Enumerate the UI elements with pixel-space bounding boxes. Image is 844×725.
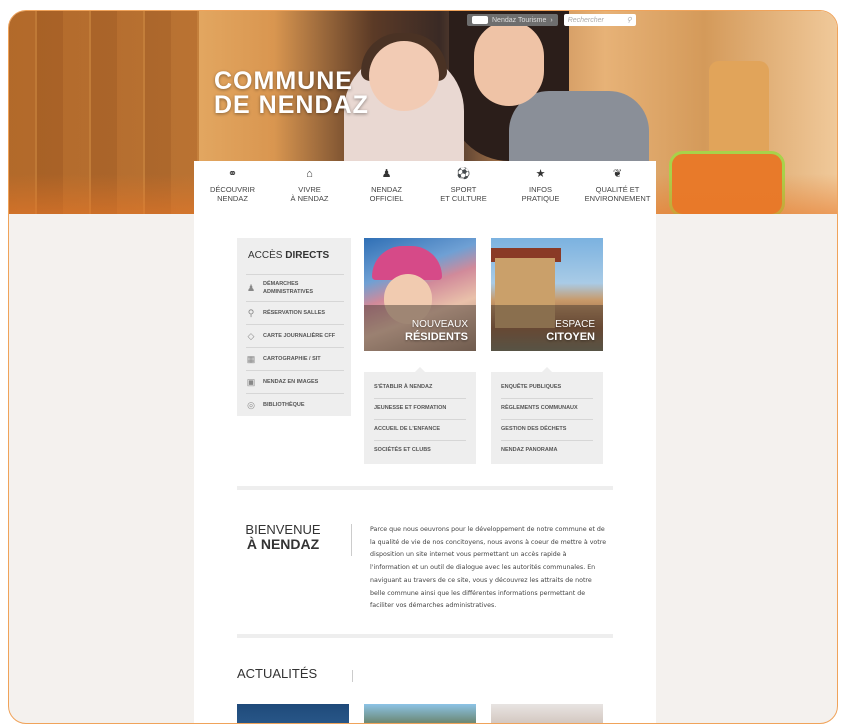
tourisme-logo-icon [472, 16, 488, 24]
news-thumbnail[interactable] [237, 704, 349, 723]
access-title: ACCÈS DIRECTS [248, 250, 329, 261]
access-item-images[interactable]: ▣ Nendaz en images [246, 370, 344, 393]
residents-link[interactable]: S'établir à Nendaz [374, 378, 466, 399]
tile-caption-line2: CITOYEN [546, 331, 595, 343]
residents-link[interactable]: Sociétés et clubs [374, 441, 466, 461]
residents-submenu: S'établir à Nendaz Jeunesse et formation… [364, 372, 476, 464]
access-title-bold: DIRECTS [285, 250, 330, 261]
access-item-label: Cartographie / SIT [263, 356, 321, 362]
ticket-icon: ◇ [247, 330, 255, 341]
hero-child-face [369, 41, 439, 111]
access-item-label: Bibliothèque [263, 402, 305, 408]
map-icon: ▦ [246, 353, 256, 364]
tourisme-label: Nendaz Tourisme [492, 16, 547, 24]
residents-link[interactable]: Jeunesse et formation [374, 399, 466, 420]
nav-label: Infos pratique [521, 185, 560, 203]
citoyen-link[interactable]: Enquête publiques [501, 378, 593, 399]
nav-item-vivre[interactable]: ⌂ Vivre à Nendaz [275, 167, 345, 203]
tile-caption: NOUVEAUX RÉSIDENTS [405, 319, 468, 343]
access-directs-panel: ACCÈS DIRECTS ♟ Démarches administrative… [237, 238, 351, 416]
tile-caption-line1: NOUVEAUX [411, 319, 468, 330]
logo-line2: DE NENDAZ [214, 91, 369, 119]
nav-label: Nendaz officiel [369, 185, 404, 203]
star-icon: ★ [535, 168, 546, 180]
access-item-label: Carte journalière CFF [263, 333, 336, 339]
nav-item-decouvrir[interactable]: ⚭ Découvrir Nendaz [198, 167, 268, 203]
news-thumbnail[interactable] [364, 704, 476, 723]
house-icon: ⌂ [306, 168, 313, 180]
access-item-carte-cff[interactable]: ◇ Carte journalière CFF [246, 324, 344, 347]
citoyen-link[interactable]: Gestion des déchets [501, 420, 593, 441]
search-placeholder: Rechercher [567, 16, 604, 24]
tile-caption: ESPACE CITOYEN [546, 319, 595, 343]
welcome-title-line1: BIENVENUE [245, 522, 321, 537]
access-list: ♟ Démarches administratives ⚲ Réservatio… [246, 274, 344, 416]
news-title: ACTUALITÉS [237, 666, 318, 681]
image-icon: ▣ [246, 376, 256, 387]
top-tools: Nendaz Tourisme › Rechercher ⚲ [467, 14, 636, 26]
site-logo[interactable]: COMMUNE DE NENDAZ [214, 67, 369, 119]
leaf-icon: ❦ [612, 168, 623, 180]
book-icon: ◎ [247, 399, 255, 410]
citoyen-link[interactable]: Nendaz Panorama [501, 441, 593, 461]
nav-label: Qualité et environnement [584, 185, 651, 203]
browser-frame: COMMUNE DE NENDAZ Nendaz Tourisme › Rech… [8, 10, 838, 724]
nav-label: Sport et culture [440, 185, 487, 203]
news-separator [352, 670, 353, 682]
tourisme-link[interactable]: Nendaz Tourisme › [467, 14, 558, 26]
welcome-title: BIENVENUE À NENDAZ [237, 522, 329, 552]
chevron-right-icon: › [550, 16, 553, 24]
nav-label: Découvrir Nendaz [209, 185, 255, 203]
tile-caption-line2: RÉSIDENTS [405, 331, 468, 343]
news-thumbnail[interactable] [491, 704, 603, 723]
access-title-light: ACCÈS [248, 250, 283, 261]
logo-line1: COMMUNE [214, 67, 353, 95]
main-nav: ⚭ Découvrir Nendaz ⌂ Vivre à Nendaz ♟ Ne… [194, 161, 656, 214]
main-content: ACCÈS DIRECTS ♟ Démarches administrative… [194, 214, 656, 723]
access-item-label: Nendaz en images [263, 379, 319, 385]
citoyen-link[interactable]: Règlements communaux [501, 399, 593, 420]
search-icon[interactable]: ⚲ [627, 16, 632, 24]
nav-label: Vivre à Nendaz [290, 185, 329, 203]
welcome-text: Parce que nous oeuvrons pour le développ… [370, 526, 607, 610]
access-item-bibliotheque[interactable]: ◎ Bibliothèque [246, 393, 344, 416]
welcome-title-line2: À NENDAZ [246, 536, 320, 552]
access-item-label: Démarches administratives [263, 281, 314, 295]
residents-link[interactable]: Accueil de l'enfance [374, 420, 466, 441]
person-icon: ♟ [246, 282, 256, 293]
tile-caption-line1: ESPACE [555, 319, 595, 330]
person-icon: ♟ [381, 168, 392, 180]
access-item-demarches[interactable]: ♟ Démarches administratives [246, 274, 344, 301]
search-input[interactable]: Rechercher ⚲ [563, 14, 636, 26]
access-item-reservation[interactable]: ⚲ Réservation salles [246, 301, 344, 324]
section-divider [237, 634, 613, 638]
hero-chair [709, 61, 769, 161]
nav-item-qualite[interactable]: ❦ Qualité et environnement [583, 167, 653, 203]
tile-espace-citoyen[interactable]: ESPACE CITOYEN [491, 238, 603, 351]
hero-woman-face [474, 21, 544, 106]
key-icon: ⚲ [247, 307, 255, 318]
welcome-separator [351, 524, 352, 556]
nav-item-infos[interactable]: ★ Infos pratique [506, 167, 576, 203]
ball-icon: ⚽ [456, 168, 471, 180]
access-item-label: Réservation salles [263, 310, 326, 316]
binoculars-icon: ⚭ [227, 168, 238, 180]
section-divider [237, 486, 613, 490]
access-item-cartographie[interactable]: ▦ Cartographie / SIT [246, 347, 344, 370]
nav-item-sport[interactable]: ⚽ Sport et culture [429, 167, 499, 203]
tile-nouveaux-residents[interactable]: NOUVEAUX RÉSIDENTS [364, 238, 476, 351]
nav-item-officiel[interactable]: ♟ Nendaz officiel [352, 167, 422, 203]
citoyen-submenu: Enquête publiques Règlements communaux G… [491, 372, 603, 464]
